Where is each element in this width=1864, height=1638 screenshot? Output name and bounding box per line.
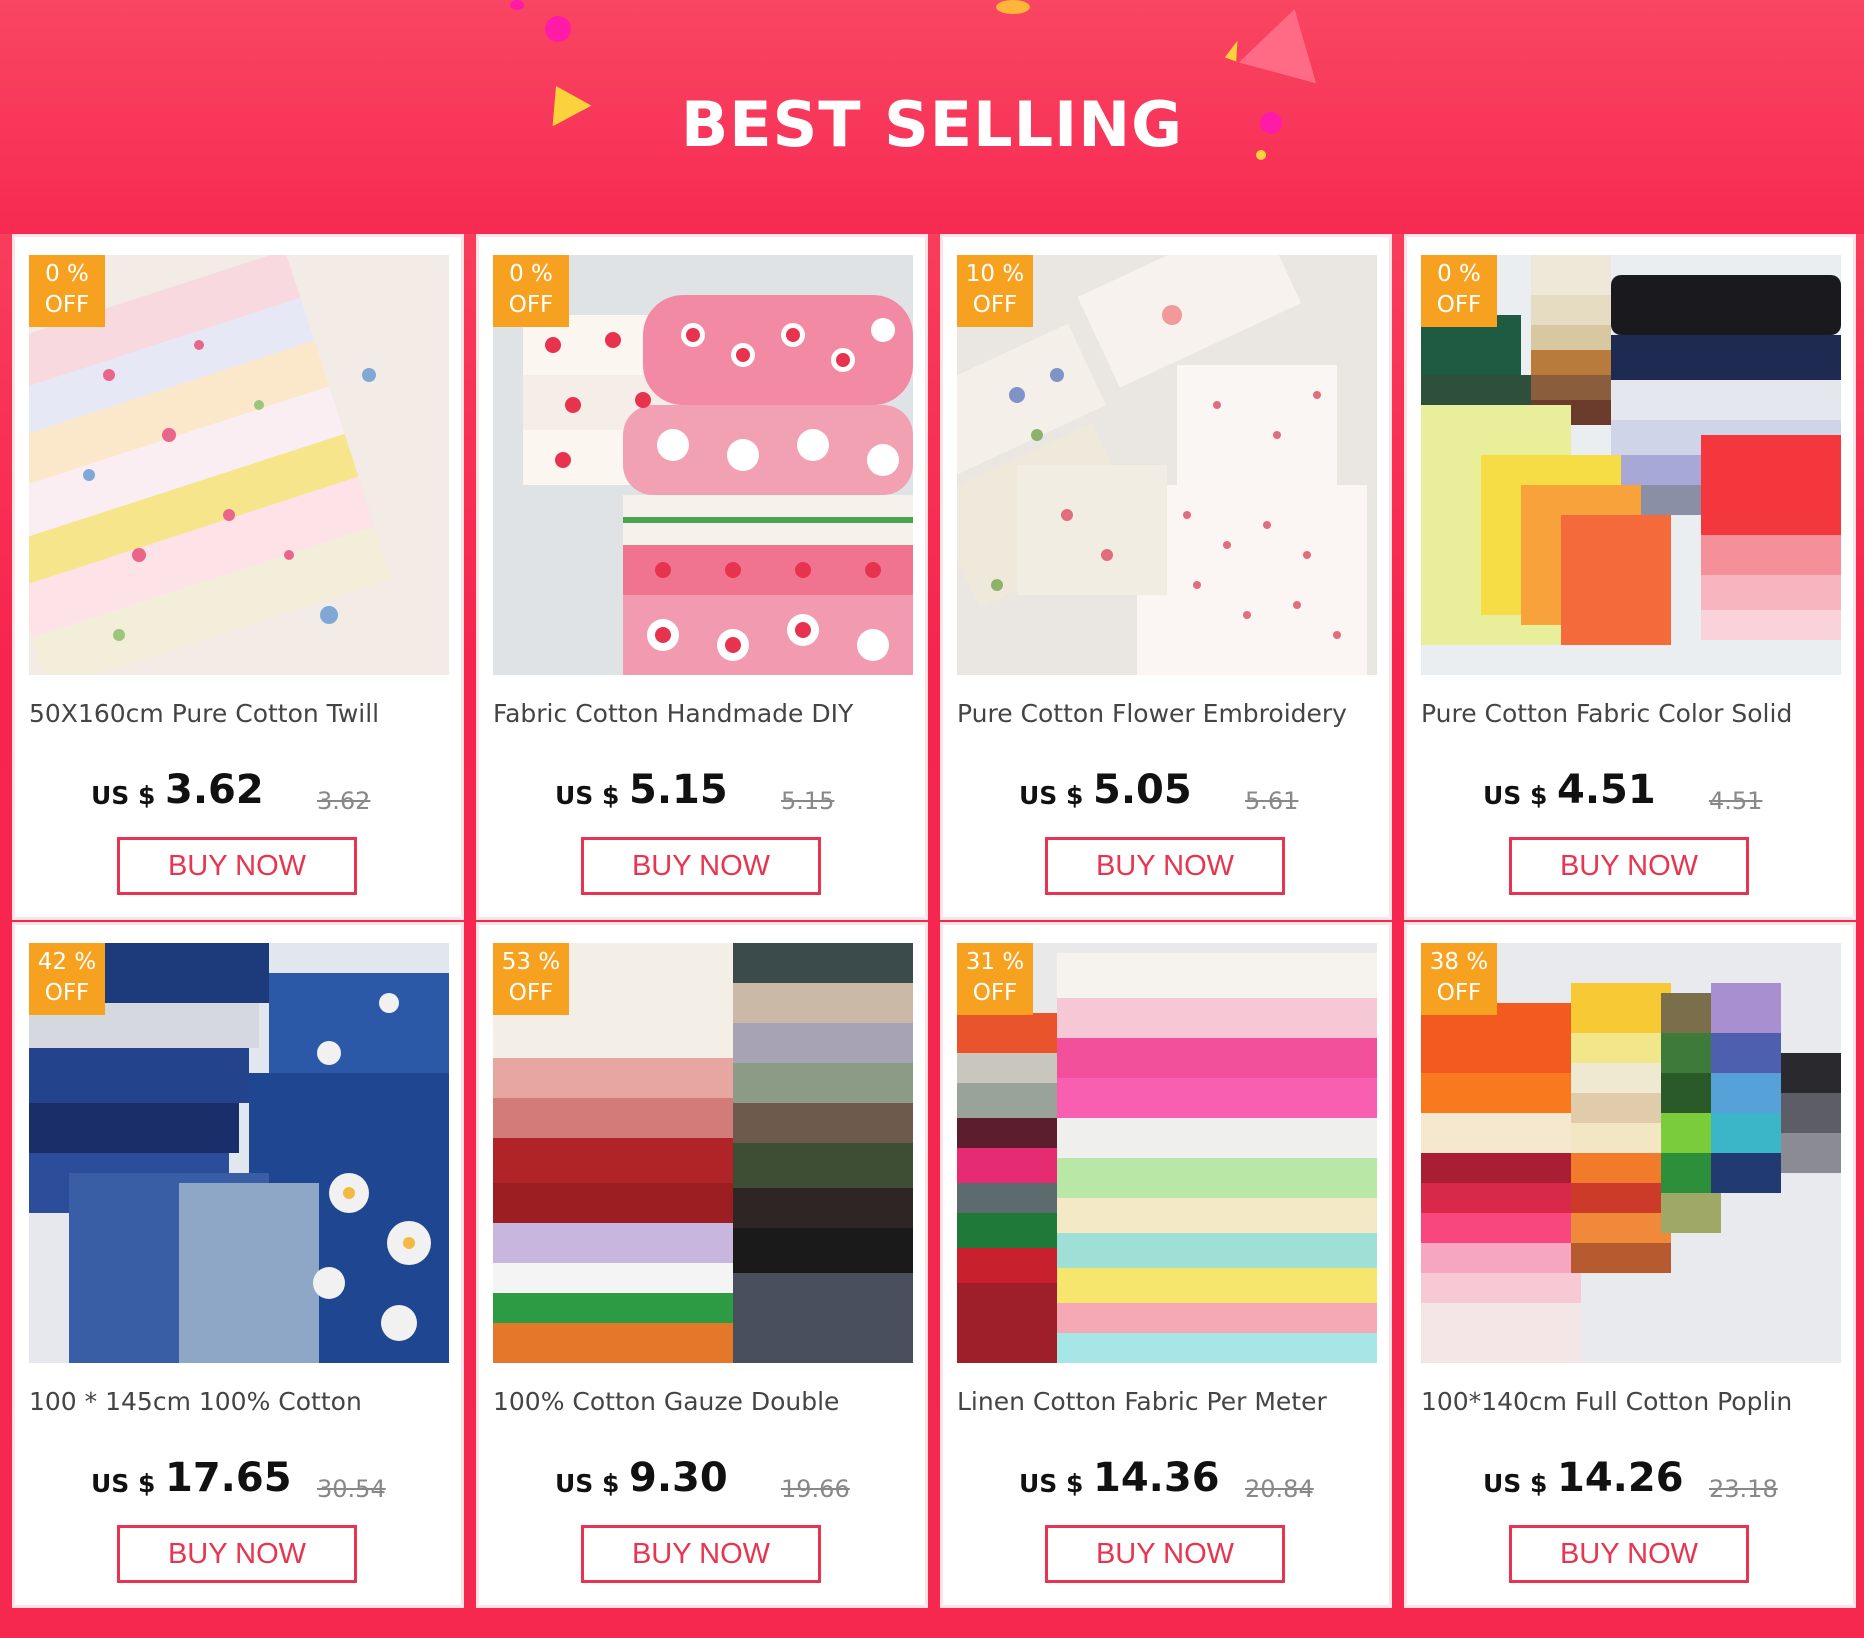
- discount-off-label: OFF: [1436, 292, 1482, 318]
- currency-label: US $: [1483, 781, 1548, 810]
- banner-title: BEST SELLING: [680, 88, 1183, 161]
- buy-now-button[interactable]: BUY NOW: [1045, 837, 1285, 895]
- currency-label: US $: [91, 781, 156, 810]
- discount-off-label: OFF: [44, 980, 90, 1006]
- price-row: US $ 5.05 5.61: [943, 767, 1389, 817]
- original-price: 3.62: [317, 787, 371, 815]
- price-row: US $ 17.65 30.54: [15, 1455, 461, 1505]
- sale-price: 14.36: [1093, 1455, 1220, 1501]
- original-price: 20.84: [1245, 1475, 1314, 1503]
- price-row: US $ 3.62 3.62: [15, 767, 461, 817]
- discount-percent: 53 %: [501, 949, 561, 975]
- sale-price: 9.30: [629, 1455, 728, 1501]
- discount-off-label: OFF: [972, 292, 1018, 318]
- product-card[interactable]: 10 % OFF Pure Cotton Flower Embroidery U…: [940, 234, 1392, 920]
- buy-now-button[interactable]: BUY NOW: [581, 837, 821, 895]
- product-card[interactable]: 0 % OFF 50X160cm Pure Cotton Twill US $ …: [12, 234, 464, 920]
- product-title[interactable]: Pure Cotton Flower Embroidery: [957, 699, 1381, 728]
- discount-badge: 10 % OFF: [957, 255, 1033, 327]
- discount-off-label: OFF: [508, 980, 554, 1006]
- discount-off-label: OFF: [508, 292, 554, 318]
- buy-now-button[interactable]: BUY NOW: [117, 837, 357, 895]
- discount-percent: 0 %: [509, 261, 553, 287]
- discount-badge: 0 % OFF: [29, 255, 105, 327]
- confetti-streak-icon: [996, 0, 1030, 14]
- discount-percent: 31 %: [965, 949, 1025, 975]
- original-price: 5.15: [781, 787, 835, 815]
- discount-off-label: OFF: [1436, 980, 1482, 1006]
- confetti-triangle-icon: [1238, 0, 1334, 84]
- buy-now-button[interactable]: BUY NOW: [1509, 1525, 1749, 1583]
- original-price: 30.54: [317, 1475, 386, 1503]
- confetti-dot-icon: [510, 0, 524, 10]
- sale-price: 5.15: [629, 767, 728, 813]
- discount-badge: 42 % OFF: [29, 943, 105, 1015]
- discount-badge: 0 % OFF: [1421, 255, 1497, 327]
- discount-badge: 53 % OFF: [493, 943, 569, 1015]
- discount-percent: 42 %: [37, 949, 97, 975]
- product-card[interactable]: 31 % OFF Linen Cotton Fabric Per Meter U…: [940, 922, 1392, 1608]
- discount-percent: 0 %: [1437, 261, 1481, 287]
- currency-label: US $: [1019, 1469, 1084, 1498]
- discount-percent: 0 %: [45, 261, 89, 287]
- currency-label: US $: [91, 1469, 156, 1498]
- discount-badge: 0 % OFF: [493, 255, 569, 327]
- currency-label: US $: [1483, 1469, 1548, 1498]
- buy-now-button[interactable]: BUY NOW: [1509, 837, 1749, 895]
- product-title[interactable]: 50X160cm Pure Cotton Twill: [29, 699, 453, 728]
- price-row: US $ 9.30 19.66: [479, 1455, 925, 1505]
- product-card[interactable]: 38 % OFF 100*140cm Full Cotton Poplin US…: [1404, 922, 1856, 1608]
- price-row: US $ 14.26 23.18: [1407, 1455, 1853, 1505]
- original-price: 19.66: [781, 1475, 850, 1503]
- discount-percent: 38 %: [1429, 949, 1489, 975]
- currency-label: US $: [1019, 781, 1084, 810]
- sale-price: 14.26: [1557, 1455, 1684, 1501]
- sale-price: 3.62: [165, 767, 264, 813]
- product-card[interactable]: 42 % OFF 100 * 145cm 100% Cotton US $ 17…: [12, 922, 464, 1608]
- product-title[interactable]: Linen Cotton Fabric Per Meter: [957, 1387, 1381, 1416]
- original-price: 5.61: [1245, 787, 1299, 815]
- product-grid: 0 % OFF 50X160cm Pure Cotton Twill US $ …: [12, 234, 1856, 1608]
- product-title[interactable]: 100% Cotton Gauze Double: [493, 1387, 917, 1416]
- product-card[interactable]: 0 % OFF Pure Cotton Fabric Color Solid U…: [1404, 234, 1856, 920]
- best-selling-banner: BEST SELLING: [0, 0, 1864, 234]
- discount-off-label: OFF: [972, 980, 1018, 1006]
- currency-label: US $: [555, 1469, 620, 1498]
- discount-percent: 10 %: [965, 261, 1025, 287]
- product-card[interactable]: 0 % OFF Fabric Cotton Handmade DIY US $ …: [476, 234, 928, 920]
- sale-price: 5.05: [1093, 767, 1192, 813]
- buy-now-button[interactable]: BUY NOW: [117, 1525, 357, 1583]
- discount-off-label: OFF: [44, 292, 90, 318]
- product-title[interactable]: 100*140cm Full Cotton Poplin: [1421, 1387, 1845, 1416]
- product-title[interactable]: 100 * 145cm 100% Cotton: [29, 1387, 453, 1416]
- product-title[interactable]: Pure Cotton Fabric Color Solid: [1421, 699, 1845, 728]
- currency-label: US $: [555, 781, 620, 810]
- discount-badge: 31 % OFF: [957, 943, 1033, 1015]
- sale-price: 17.65: [165, 1455, 292, 1501]
- sale-price: 4.51: [1557, 767, 1656, 813]
- confetti-dot-icon: [545, 16, 571, 42]
- discount-badge: 38 % OFF: [1421, 943, 1497, 1015]
- buy-now-button[interactable]: BUY NOW: [581, 1525, 821, 1583]
- original-price: 23.18: [1709, 1475, 1778, 1503]
- original-price: 4.51: [1709, 787, 1763, 815]
- price-row: US $ 14.36 20.84: [943, 1455, 1389, 1505]
- product-title[interactable]: Fabric Cotton Handmade DIY: [493, 699, 917, 728]
- price-row: US $ 5.15 5.15: [479, 767, 925, 817]
- product-card[interactable]: 53 % OFF 100% Cotton Gauze Double US $ 9…: [476, 922, 928, 1608]
- price-row: US $ 4.51 4.51: [1407, 767, 1853, 817]
- buy-now-button[interactable]: BUY NOW: [1045, 1525, 1285, 1583]
